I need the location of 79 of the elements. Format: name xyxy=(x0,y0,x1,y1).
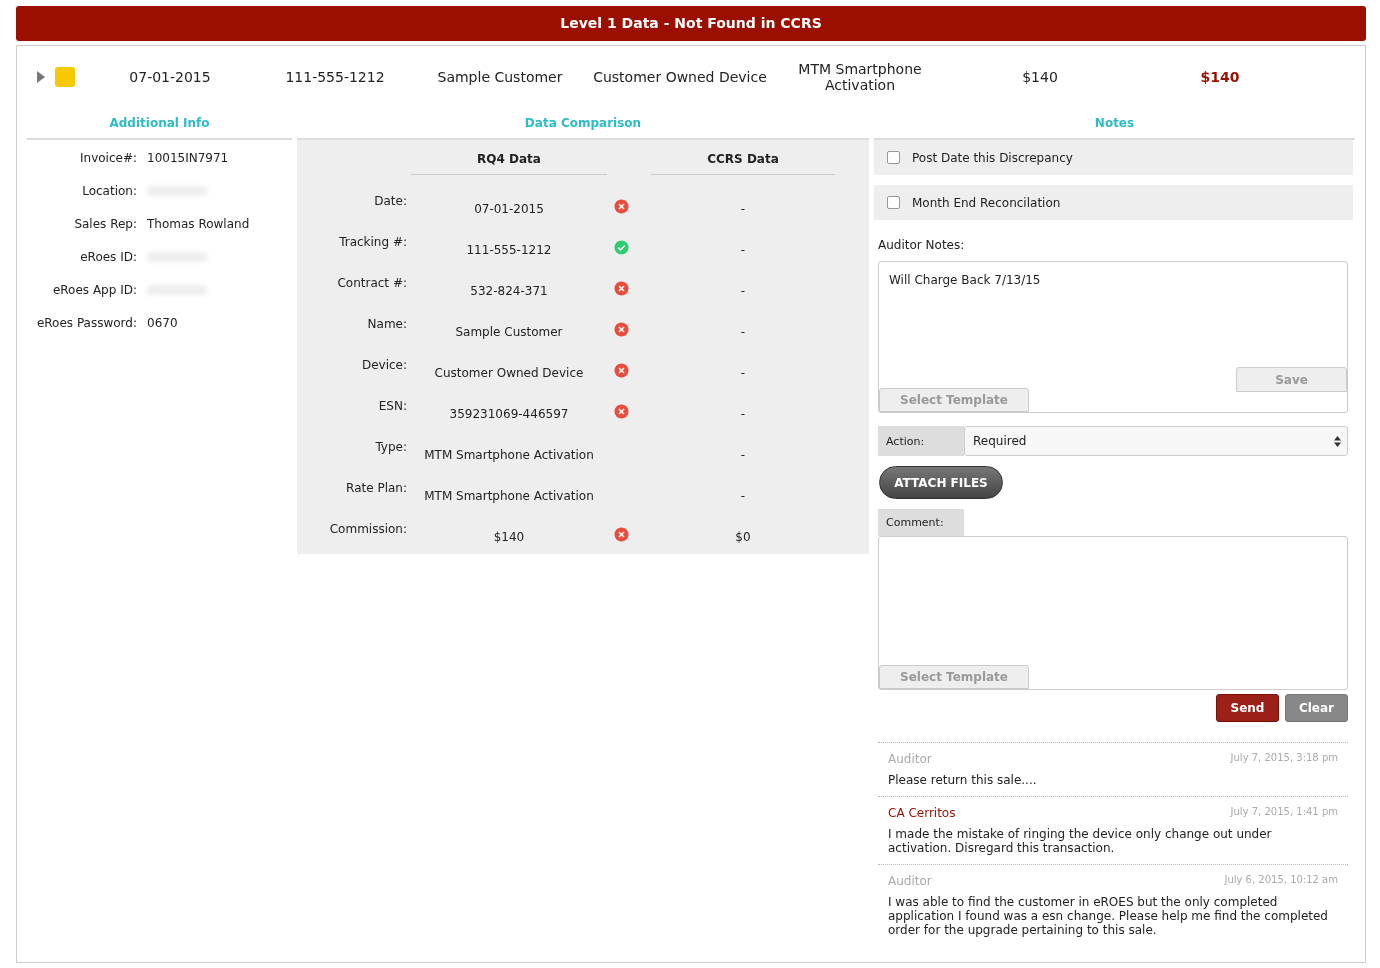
table-cell-text: 532-824-371 xyxy=(469,283,549,298)
error-icon xyxy=(613,363,629,378)
field-label: Invoice#: xyxy=(79,151,137,165)
message-author: Auditor xyxy=(888,752,932,766)
table-cell-text: - xyxy=(739,365,747,380)
summary-cell-text: $140 xyxy=(1199,69,1241,85)
section-title: Notes xyxy=(1094,116,1135,130)
table-cell-text: - xyxy=(739,406,747,421)
select-arrows-icon xyxy=(1334,435,1341,447)
row-label: Tracking #: xyxy=(338,234,407,251)
message-text: I was able to find the customer in eROES but the only completed application I found was a esn change. Please help me find the completed order for the upgrade pertaining to this sale. xyxy=(888,895,1329,937)
table-cell-text: - xyxy=(739,201,747,216)
table-cell-text: 07-01-2015 xyxy=(473,201,545,216)
field-label: eRoes Password: xyxy=(35,316,137,330)
send-button[interactable]: Send xyxy=(1216,694,1279,722)
action-select[interactable]: Required xyxy=(964,426,1348,456)
checkbox[interactable] xyxy=(887,196,900,209)
message-time: July 7, 2015, 1:41 pm xyxy=(1230,806,1338,819)
message-time: July 6, 2015, 10:12 am xyxy=(1224,874,1338,887)
table-cell-text: MTM Smartphone Activation xyxy=(423,447,595,462)
row-label: Date: xyxy=(373,193,407,210)
summary-cell-text: Sample Customer xyxy=(436,69,564,85)
table-cell-text: Sample Customer xyxy=(454,324,564,339)
table-cell-text: - xyxy=(739,324,747,339)
row-label: Name: xyxy=(366,316,407,333)
message-text: I made the mistake of ringing the device only change out under activation. Disregard this transaction. xyxy=(888,827,1273,855)
row-label: Type: xyxy=(374,439,407,456)
field-value: Thomas Rowland xyxy=(147,217,251,231)
checkbox-label[interactable]: Post Date this Discrepancy xyxy=(912,150,1073,165)
action-label: Action: xyxy=(878,426,964,456)
checkbox-label[interactable]: Month End Reconcilation xyxy=(912,195,1061,210)
summary-cell-text: MTM Smartphone Activation xyxy=(797,61,923,93)
field-label: eRoes App ID: xyxy=(51,283,137,297)
table-cell-text: MTM Smartphone Activation xyxy=(423,488,595,503)
field-label: Auditor Notes: xyxy=(877,237,966,254)
row-label: Rate Plan: xyxy=(345,480,407,497)
section-title: Additional Info xyxy=(109,116,210,130)
table-cell-text: 111-555-1212 xyxy=(465,242,553,257)
table-cell-text: Customer Owned Device xyxy=(433,365,585,380)
field-label: eRoes ID: xyxy=(79,250,137,264)
error-icon xyxy=(613,322,629,337)
field-label: Sales Rep: xyxy=(73,217,137,231)
table-cell-text: $0 xyxy=(734,529,752,544)
header-bar: Level 1 Data - Not Found in CCRS xyxy=(16,6,1366,41)
summary-cell-text: $140 xyxy=(1021,69,1059,85)
summary-cell-text: 111-555-1212 xyxy=(284,69,386,85)
message-author: Auditor xyxy=(888,874,932,888)
comment-label: Comment: xyxy=(878,509,964,536)
field-label: Location: xyxy=(81,184,137,198)
clear-button[interactable]: Clear xyxy=(1285,694,1348,722)
row-label: ESN: xyxy=(377,398,407,415)
checkbox[interactable] xyxy=(887,151,900,164)
table-cell-text: 359231069-446597 xyxy=(448,406,570,421)
table-cell-text: - xyxy=(739,488,747,503)
error-icon xyxy=(613,281,629,296)
error-icon xyxy=(613,404,629,419)
table-cell-text: - xyxy=(739,447,747,462)
column-header: RQ4 Data xyxy=(411,148,607,175)
check-icon xyxy=(613,240,629,255)
error-icon xyxy=(613,527,629,542)
row-label: Commission: xyxy=(328,521,407,538)
message-text: Please return this sale.... xyxy=(888,773,1038,787)
table-cell-text: $140 xyxy=(492,529,526,544)
section-title: Data Comparison xyxy=(524,116,642,130)
summary-cell-text: Customer Owned Device xyxy=(592,69,768,85)
summary-cell-text: 07-01-2015 xyxy=(128,69,212,85)
row-label: Device: xyxy=(360,357,407,374)
column-header: CCRS Data xyxy=(651,148,835,175)
expand-arrow-icon[interactable] xyxy=(37,71,45,83)
message-time: July 7, 2015, 3:18 pm xyxy=(1230,752,1338,765)
field-value: 10015IN7971 xyxy=(147,151,230,165)
row-label: Contract #: xyxy=(336,275,407,292)
message-author: CA Cerritos xyxy=(888,806,956,820)
table-cell-text: - xyxy=(739,242,747,257)
attach-files-button[interactable]: ATTACH FILES xyxy=(879,466,1003,499)
table-cell-text: - xyxy=(739,283,747,298)
error-icon xyxy=(613,199,629,214)
field-value: 0670 xyxy=(147,316,179,330)
textarea-value: Will Charge Back 7/13/15 xyxy=(888,272,1042,289)
